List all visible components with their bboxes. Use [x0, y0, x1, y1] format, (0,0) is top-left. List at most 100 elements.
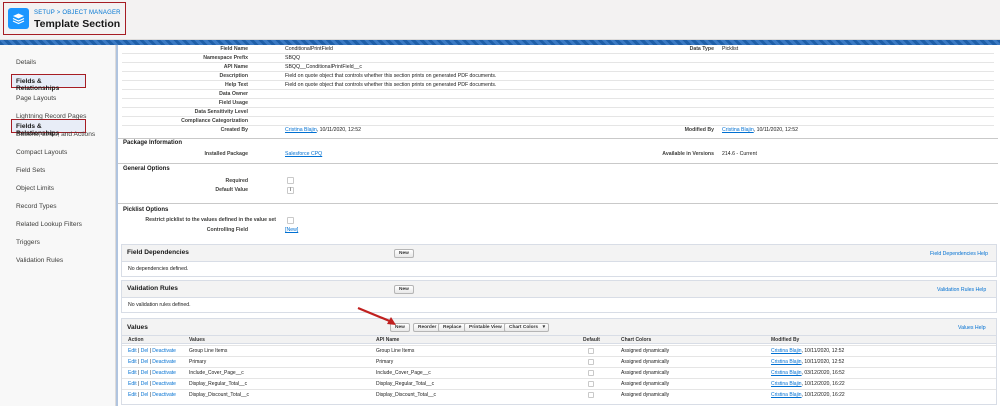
- api-name-cell: Include_Cover_Page__c: [376, 370, 431, 376]
- api-name-value: SBQQ__ConditionalPrintField__c: [285, 64, 362, 70]
- edit-link[interactable]: Edit: [128, 381, 137, 387]
- sidebar-active-highlight[interactable]: Fields & Relationships: [11, 74, 86, 92]
- field-dependencies-help-link[interactable]: Field Dependencies Help: [930, 251, 988, 257]
- col-chart-colors: Chart Colors: [621, 337, 652, 343]
- validation-rules-new-button[interactable]: New: [394, 285, 414, 294]
- field-dependencies-body: No dependencies defined.: [122, 261, 996, 276]
- modified-by-user-link[interactable]: Cristina Blajin: [771, 392, 802, 398]
- values-printable-view-button[interactable]: Printable View: [464, 323, 507, 332]
- modified-date: , 03/12/2020, 16:52: [801, 370, 845, 376]
- edit-link[interactable]: Edit: [128, 392, 137, 398]
- sidebar-item-related-lookup-filters[interactable]: Related Lookup Filters: [16, 221, 82, 228]
- main-content: Field Name ConditionalPrintField Data Ty…: [118, 45, 1000, 406]
- sidebar-item-record-types[interactable]: Record Types: [16, 203, 57, 210]
- divider: [122, 116, 994, 117]
- validation-rules-body: No validation rules defined.: [122, 297, 996, 312]
- divider: [122, 125, 994, 126]
- divider: [122, 89, 994, 90]
- sidebar-item-field-sets[interactable]: Field Sets: [16, 167, 45, 174]
- installed-package-link[interactable]: Salesforce CPQ: [285, 151, 322, 157]
- value-cell: Display_Discount_Total__c: [189, 392, 250, 398]
- data-sensitivity-label: Data Sensitivity Level: [194, 109, 248, 115]
- divider: [122, 53, 994, 54]
- modified-by-user-link[interactable]: Cristina Blajin: [722, 127, 754, 133]
- sidebar-item-details[interactable]: Details: [16, 59, 36, 66]
- breadcrumb[interactable]: SETUP > OBJECT MANAGER: [34, 10, 121, 16]
- api-name-cell: Group Line Items: [376, 348, 415, 354]
- divider: [122, 107, 994, 108]
- api-name-cell: Primary: [376, 359, 394, 365]
- values-help-link[interactable]: Values Help: [958, 325, 986, 331]
- chart-color-cell: Assigned dynamically: [621, 392, 670, 398]
- deactivate-link[interactable]: Deactivate: [152, 381, 176, 387]
- modified-date: , 10/12/2020, 16:22: [801, 392, 845, 398]
- sidebar-item-compact-layouts[interactable]: Compact Layouts: [16, 149, 67, 156]
- required-label: Required: [225, 178, 248, 184]
- deactivate-link[interactable]: Deactivate: [152, 370, 176, 376]
- controlling-field-new-link[interactable]: [New]: [285, 227, 298, 233]
- deactivate-link[interactable]: Deactivate: [152, 359, 176, 365]
- field-dependencies-panel: Field Dependencies New Field Dependencie…: [121, 244, 997, 277]
- picklist-options-heading: Picklist Options: [123, 207, 169, 213]
- edit-link[interactable]: Edit: [128, 359, 137, 365]
- sidebar-item-triggers[interactable]: Triggers: [16, 239, 40, 246]
- chart-colors-dropdown[interactable]: Chart Colors ▾: [504, 323, 550, 332]
- del-link[interactable]: Del: [141, 348, 149, 354]
- modified-by-user-link[interactable]: Cristina Blajin: [771, 359, 802, 365]
- layers-icon: [8, 8, 29, 29]
- description-label: Description: [219, 73, 248, 79]
- package-info-heading: Package Information: [123, 140, 183, 146]
- namespace-label: Namespace Prefix: [203, 55, 248, 61]
- modified-by-user-link[interactable]: Cristina Blajin: [771, 381, 802, 387]
- deactivate-link[interactable]: Deactivate: [152, 392, 176, 398]
- api-name-cell: Display_Discount_Total__c: [376, 392, 437, 398]
- default-checkbox: [588, 370, 594, 376]
- lookup-icon[interactable]: i: [287, 187, 294, 194]
- modified-by-date: , 10/11/2020, 12:52: [753, 127, 799, 133]
- sidebar-item-buttons-links-actions[interactable]: Buttons, Links, and Actions: [16, 131, 95, 138]
- divider: [122, 71, 994, 72]
- edit-link[interactable]: Edit: [128, 348, 137, 354]
- chart-color-cell: Assigned dynamically: [621, 381, 670, 387]
- field-dependencies-empty-text: No dependencies defined.: [128, 266, 189, 272]
- col-modified-by: Modified By: [771, 337, 800, 343]
- general-options-heading: General Options: [123, 166, 170, 172]
- deactivate-link[interactable]: Deactivate: [152, 348, 176, 354]
- divider: [122, 62, 994, 63]
- sidebar-item-object-limits[interactable]: Object Limits: [16, 185, 54, 192]
- del-link[interactable]: Del: [141, 381, 149, 387]
- page-header: SETUP > OBJECT MANAGER Template Section: [0, 0, 1000, 40]
- modified-by-user-link[interactable]: Cristina Blajin: [771, 348, 802, 354]
- table-row: Edit | Del | Deactivate Primary Primary …: [122, 356, 996, 366]
- sidebar-item-lightning-record-pages[interactable]: Lightning Record Pages: [16, 113, 86, 120]
- modified-date: , 10/12/2020, 16:22: [801, 381, 845, 387]
- default-value-label: Default Value: [215, 187, 248, 193]
- del-link[interactable]: Del: [141, 359, 149, 365]
- values-replace-button[interactable]: Replace: [438, 323, 467, 332]
- created-by-label: Created By: [220, 127, 248, 133]
- edit-link[interactable]: Edit: [128, 370, 137, 376]
- default-checkbox: [588, 381, 594, 387]
- del-link[interactable]: Del: [141, 370, 149, 376]
- validation-rules-help-link[interactable]: Validation Rules Help: [937, 287, 986, 293]
- table-row: Edit | Del | Deactivate Group Line Items…: [122, 345, 996, 355]
- del-link[interactable]: Del: [141, 392, 149, 398]
- field-dependencies-new-button[interactable]: New: [394, 249, 414, 258]
- validation-rules-panel: Validation Rules New Validation Rules He…: [121, 280, 997, 313]
- created-by-user-link[interactable]: Cristina Blajin: [285, 127, 317, 133]
- divider: [122, 98, 994, 99]
- values-title: Values: [127, 324, 148, 331]
- value-cell: Display_Regular_Total__c: [189, 381, 248, 387]
- section-divider: [118, 138, 998, 139]
- field-dependencies-title: Field Dependencies: [127, 249, 189, 256]
- modified-by-user-link[interactable]: Cristina Blajin: [771, 370, 802, 376]
- sidebar-item-validation-rules[interactable]: Validation Rules: [16, 257, 63, 264]
- divider: [122, 80, 994, 81]
- modified-by-label: Modified By: [684, 127, 714, 133]
- data-type-label: Data Type: [689, 46, 714, 52]
- col-values: Values: [189, 337, 205, 343]
- api-name-cell: Display_Regular_Total__c: [376, 381, 435, 387]
- section-divider: [118, 163, 998, 164]
- sidebar-item-page-layouts[interactable]: Page Layouts: [16, 95, 56, 102]
- default-checkbox: [588, 392, 594, 398]
